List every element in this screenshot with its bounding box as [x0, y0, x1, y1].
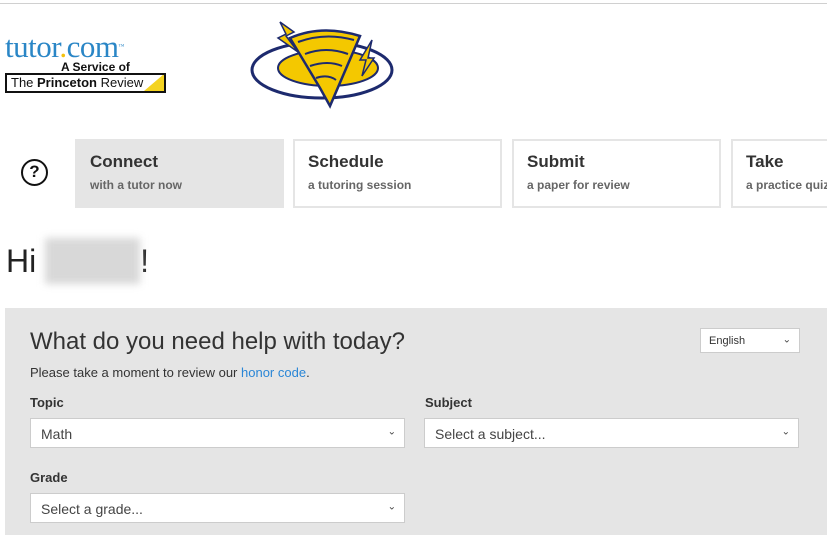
note-text: Please take a moment to review our	[30, 365, 241, 380]
language-select[interactable]: English ⌄	[700, 328, 800, 353]
topic-label: Topic	[30, 395, 64, 410]
tutor-com-logo[interactable]: tutor.com™ A Service of The Princeton Re…	[5, 31, 167, 93]
tab-title: Take	[746, 152, 784, 171]
tab-title: Connect	[90, 152, 158, 171]
top-divider	[0, 3, 827, 4]
partner-light: The	[11, 75, 38, 90]
tornado-mascot-icon	[250, 21, 394, 109]
tab-subtitle: a practice quiz	[746, 178, 827, 192]
logo-brand: tutor	[5, 29, 60, 64]
partner-bold: Princeton	[37, 75, 97, 90]
logo-tm: ™	[118, 44, 124, 50]
note-period: .	[306, 365, 310, 380]
honor-code-link[interactable]: honor code	[241, 365, 306, 380]
tab-subtitle: with a tutor now	[90, 178, 182, 192]
tab-subtitle: a tutoring session	[308, 178, 412, 192]
greeting-suffix: !	[140, 243, 149, 279]
honor-code-note: Please take a moment to review our honor…	[30, 365, 310, 380]
subject-select[interactable]: Select a subject... ⌄	[424, 418, 799, 448]
partner-end: Review	[96, 75, 144, 90]
tab-schedule[interactable]: Schedule a tutoring session	[293, 139, 502, 208]
chevron-down-icon: ⌄	[781, 426, 790, 438]
language-value: English	[709, 335, 746, 347]
subject-value: Select a subject...	[435, 426, 546, 442]
question-circle-icon: ?	[29, 162, 40, 181]
tab-subtitle: a paper for review	[527, 178, 630, 192]
princeton-review-badge: The Princeton Review	[5, 73, 166, 93]
logo-dot: .	[59, 29, 67, 64]
grade-select[interactable]: Select a grade... ⌄	[30, 493, 405, 523]
blurred-username	[45, 238, 141, 284]
grade-value: Select a grade...	[41, 501, 143, 517]
tab-take[interactable]: Take a practice quiz	[731, 139, 827, 208]
grade-label: Grade	[30, 470, 68, 485]
greeting: Hi !	[6, 238, 149, 284]
chevron-down-icon: ⌄	[782, 333, 791, 345]
tab-title: Submit	[527, 152, 585, 171]
help-request-panel: What do you need help with today? Englis…	[5, 308, 827, 535]
greeting-prefix: Hi	[6, 243, 46, 279]
topic-value: Math	[41, 426, 73, 442]
topic-select[interactable]: Math ⌄	[30, 418, 405, 448]
help-button[interactable]: ?	[21, 159, 48, 186]
panel-heading: What do you need help with today?	[30, 328, 405, 355]
chevron-down-icon: ⌄	[387, 501, 396, 513]
tab-submit[interactable]: Submit a paper for review	[512, 139, 721, 208]
logo-service-of: A Service of	[61, 60, 130, 74]
logo-tld: com	[66, 29, 119, 64]
chevron-down-icon: ⌄	[387, 426, 396, 438]
tab-title: Schedule	[308, 152, 384, 171]
tab-connect[interactable]: Connect with a tutor now	[75, 139, 284, 208]
subject-label: Subject	[425, 395, 472, 410]
